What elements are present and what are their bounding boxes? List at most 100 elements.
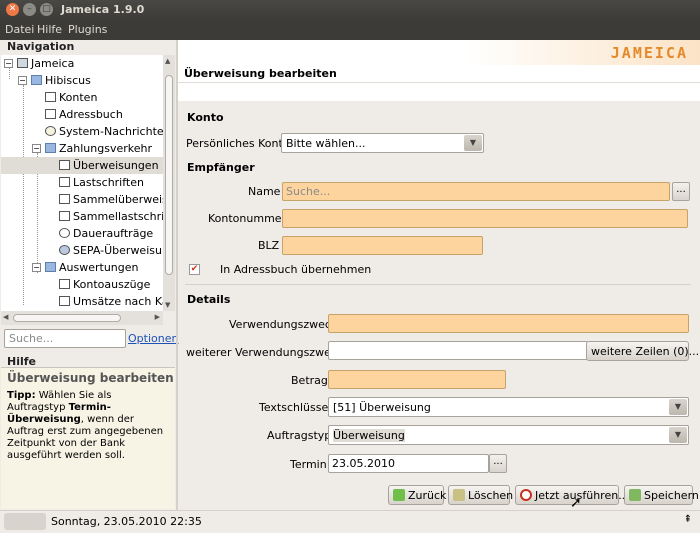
addressbook-checkbox[interactable]: ✔ (189, 264, 200, 275)
window-title: Jameica 1.9.0 (61, 3, 145, 16)
account-number-label: Kontonummer (208, 212, 287, 225)
tree-expander-auswertungen[interactable]: − (32, 263, 41, 272)
jameica-logo: JAMEICA (610, 44, 688, 62)
execute-now-button[interactable]: Jetzt ausführen... (515, 485, 629, 505)
close-window-button[interactable]: ✕ (6, 3, 19, 16)
folder-icon (45, 262, 56, 272)
section-konto-heading: Konto (187, 111, 224, 124)
minimize-window-button[interactable]: – (23, 3, 36, 16)
back-button[interactable]: Zurück (388, 485, 446, 505)
accounts-icon (45, 92, 56, 102)
status-bar: Sonntag, 23.05.2010 22:35 ⇞ (0, 510, 700, 533)
status-tab[interactable] (4, 513, 46, 530)
folder-icon (31, 75, 42, 85)
purpose-label: Verwendungszweck (229, 318, 338, 331)
transfer-icon (59, 160, 70, 170)
clock-icon (59, 228, 70, 238)
amount-input[interactable] (328, 370, 506, 389)
delete-button[interactable]: Löschen (448, 485, 513, 505)
tree-item-jameica[interactable]: Jameica (17, 55, 74, 72)
blz-label: BLZ (258, 239, 280, 252)
scroll-right-icon[interactable]: ▶ (155, 313, 160, 321)
tree-expander-jameica[interactable]: − (4, 59, 13, 68)
scroll-down-icon[interactable]: ▼ (165, 301, 170, 309)
further-purpose-label: weiterer Verwendungszweck (186, 346, 344, 359)
further-purpose-input[interactable] (328, 341, 588, 360)
dropdown-arrow-icon[interactable]: ▼ (669, 399, 687, 415)
tree-item-sammellastschriften[interactable]: Sammellastschriften (59, 208, 163, 225)
tree-expander-hibiscus[interactable]: − (18, 76, 27, 85)
page-title: Überweisung bearbeiten (178, 65, 700, 83)
sepa-icon (59, 245, 70, 255)
tree-item-system-nachrichten[interactable]: System-Nachrichten (45, 123, 163, 140)
tree-item-hibiscus[interactable]: Hibiscus (31, 72, 91, 89)
name-search-input[interactable]: Suche... (282, 182, 670, 201)
tree-vertical-scroll-thumb[interactable] (165, 75, 173, 275)
debit-icon (59, 177, 70, 187)
tree-horizontal-scrollbar[interactable]: ◀ ▶ (1, 311, 163, 325)
date-label: Termin (290, 458, 327, 471)
addressbook-icon (45, 109, 56, 119)
tree-item-sammelueberweisungen[interactable]: Sammelüberweisungen (59, 191, 163, 208)
more-lines-button[interactable]: weitere Zeilen (0)... (586, 341, 699, 361)
scroll-up-icon[interactable]: ▲ (165, 57, 170, 65)
status-expand-icon[interactable]: ⇞ (684, 514, 692, 525)
tree-item-umsaetze-nach-kategorien[interactable]: Umsätze nach Kategorien (59, 293, 163, 310)
trash-icon (453, 489, 465, 501)
save-button[interactable]: Speichern (624, 485, 699, 505)
back-arrow-icon (393, 489, 405, 501)
section-details-heading: Details (187, 293, 231, 306)
status-text: Sonntag, 23.05.2010 22:35 (51, 515, 202, 528)
tree-item-lastschriften[interactable]: Lastschriften (59, 174, 144, 191)
tree-item-sepa-ueberweisungen[interactable]: SEPA-Überweisungen (59, 242, 163, 259)
date-input[interactable]: 23.05.2010 (328, 454, 489, 473)
tree-horizontal-scroll-thumb[interactable] (13, 314, 121, 322)
help-panel: Überweisung bearbeiten Tipp: Wählen Sie … (1, 367, 175, 509)
order-type-label: Auftragstyp (267, 429, 332, 442)
tree-vertical-scrollbar[interactable]: ▲ ▼ (163, 55, 175, 311)
options-link[interactable]: Optionen (128, 332, 178, 345)
window-titlebar: ✕ – □ Jameica 1.9.0 (0, 0, 700, 20)
blz-input[interactable] (282, 236, 483, 255)
text-key-select[interactable]: [51] Überweisung ▼ (328, 397, 689, 417)
tree-item-auswertungen[interactable]: Auswertungen (45, 259, 139, 276)
dropdown-arrow-icon[interactable]: ▼ (669, 427, 687, 443)
tree-item-adressbuch[interactable]: Adressbuch (45, 106, 123, 123)
header-banner: JAMEICA (178, 40, 700, 65)
help-title: Überweisung bearbeiten (7, 371, 174, 385)
name-label: Name (248, 185, 281, 198)
navigation-search-input[interactable]: Suche... (4, 329, 126, 348)
menu-bar: Datei Hilfe Plugins (0, 20, 700, 40)
addressbook-checkbox-label: In Adressbuch übernehmen (220, 263, 372, 276)
save-icon (629, 489, 641, 501)
tree-item-dauerauftraege[interactable]: Daueraufträge (59, 225, 153, 242)
menu-plugins[interactable]: Plugins (68, 23, 107, 36)
section-empfaenger-heading: Empfänger (187, 161, 255, 174)
order-type-select[interactable]: Überweisung ▼ (328, 425, 689, 445)
tree-item-konten[interactable]: Konten (45, 89, 97, 106)
purpose-input[interactable] (328, 314, 689, 333)
execute-clock-icon (520, 489, 532, 501)
dropdown-arrow-icon[interactable]: ▼ (464, 135, 482, 151)
computer-icon (17, 58, 28, 68)
tree-item-zahlungsverkehr[interactable]: Zahlungsverkehr (45, 140, 152, 157)
maximize-window-button[interactable]: □ (40, 3, 53, 16)
bulb-icon (45, 126, 56, 136)
menu-datei[interactable]: Datei (5, 23, 34, 36)
tree-item-ueberweisungen[interactable]: Überweisungen (1, 157, 163, 174)
statement-icon (59, 279, 70, 289)
mouse-cursor-icon: ➚ (570, 495, 582, 511)
scroll-left-icon[interactable]: ◀ (3, 313, 8, 321)
account-number-input[interactable] (282, 209, 688, 228)
name-browse-button[interactable]: ... (672, 182, 690, 201)
tree-item-kontoauszuege[interactable]: Kontoauszüge (59, 276, 150, 293)
text-key-label: Textschlüssel (259, 401, 332, 414)
date-picker-button[interactable]: ... (489, 454, 507, 473)
menu-hilfe[interactable]: Hilfe (37, 23, 62, 36)
collective-debit-icon (59, 211, 70, 221)
panel-divider[interactable] (176, 40, 178, 510)
tree-expander-zahlungsverkehr[interactable]: − (32, 144, 41, 153)
personal-account-select[interactable]: Bitte wählen... ▼ (281, 133, 484, 153)
amount-label: Betrag (291, 374, 328, 387)
navigation-tree: − Jameica − Hibiscus Konten Adressbuch S… (1, 55, 163, 311)
